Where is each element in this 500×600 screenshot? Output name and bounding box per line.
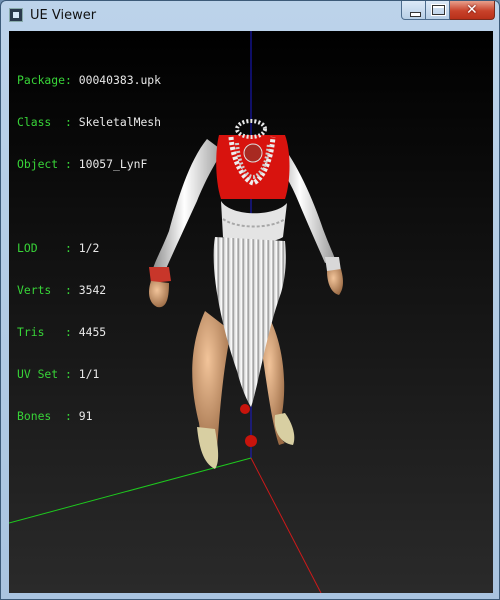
info-row-uvset: UV Set : 1/1 <box>17 367 161 381</box>
info-row-class: Class : SkeletalMesh <box>17 115 161 129</box>
minimize-icon <box>410 12 421 17</box>
object-label: Object : <box>17 157 72 171</box>
class-label: Class : <box>17 115 72 129</box>
bones-value: 91 <box>78 409 93 423</box>
app-icon <box>9 8 23 22</box>
maximize-button[interactable] <box>426 1 450 20</box>
info-row-tris: Tris : 4455 <box>17 325 161 339</box>
minimize-button[interactable] <box>401 1 426 20</box>
info-row-package: Package: 00040383.upk <box>17 73 161 87</box>
verts-value: 3542 <box>78 283 107 297</box>
close-icon: ✕ <box>466 2 478 18</box>
title-bar[interactable]: UE Viewer ✕ <box>1 1 499 31</box>
info-row-verts: Verts : 3542 <box>17 283 161 297</box>
uvset-label: UV Set : <box>17 367 72 381</box>
caption-buttons: ✕ <box>401 1 495 20</box>
package-value: 00040383.upk <box>78 73 162 87</box>
package-label: Package: <box>17 73 72 87</box>
tris-value: 4455 <box>78 325 107 339</box>
info-row-bones: Bones : 91 <box>17 409 161 423</box>
bones-label: Bones : <box>17 409 72 423</box>
verts-label: Verts : <box>17 283 72 297</box>
app-window: UE Viewer ✕ Package: 00040383.upk Class … <box>0 0 500 600</box>
lod-value: 1/2 <box>78 241 100 255</box>
close-button[interactable]: ✕ <box>450 1 495 20</box>
info-row-object: Object : 10057_LynF <box>17 157 161 171</box>
window-title: UE Viewer <box>30 8 97 23</box>
uvset-value: 1/1 <box>78 367 100 381</box>
maximize-icon <box>432 5 445 15</box>
info-row-lod: LOD : 1/2 <box>17 241 161 255</box>
object-value: 10057_LynF <box>78 157 148 171</box>
lod-label: LOD : <box>17 241 72 255</box>
class-value: SkeletalMesh <box>78 115 162 129</box>
3d-viewport[interactable]: Package: 00040383.upk Class : SkeletalMe… <box>9 31 493 593</box>
mesh-info-panel: Package: 00040383.upk Class : SkeletalMe… <box>17 45 161 451</box>
tris-label: Tris : <box>17 325 72 339</box>
